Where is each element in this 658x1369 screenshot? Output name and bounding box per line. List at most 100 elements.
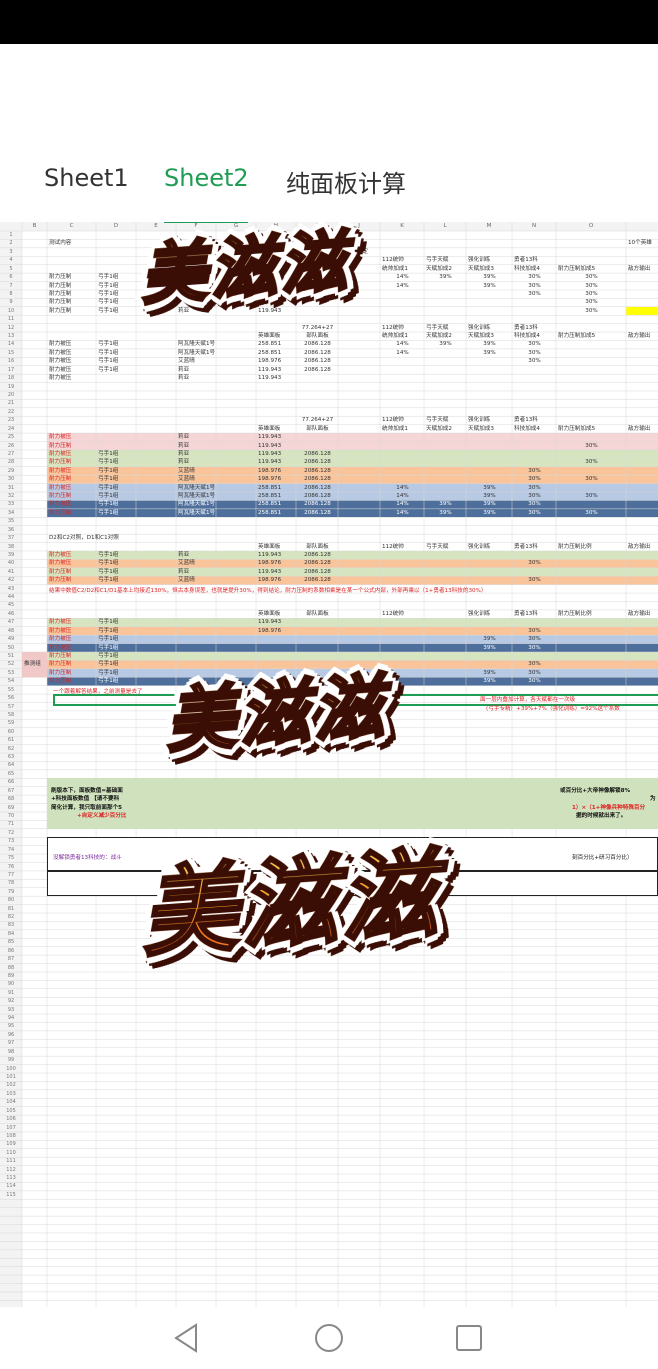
row-number[interactable]: 29 bbox=[0, 467, 22, 475]
row-number[interactable]: 114 bbox=[0, 1182, 22, 1190]
cell[interactable]: 测试内容 bbox=[49, 239, 95, 247]
row-number[interactable]: 110 bbox=[0, 1149, 22, 1157]
cell[interactable]: 151.6 bbox=[628, 307, 658, 315]
row-number[interactable]: 105 bbox=[0, 1107, 22, 1115]
cell[interactable]: 敌方输出 bbox=[628, 543, 658, 551]
cell[interactable]: 30% bbox=[514, 500, 555, 508]
row-number[interactable]: 96 bbox=[0, 1031, 22, 1039]
tab-sheet1[interactable]: Sheet1 bbox=[44, 164, 129, 192]
cell[interactable]: 艾蓝晴 bbox=[178, 576, 215, 584]
cell[interactable]: 258.851 bbox=[258, 509, 295, 517]
row-number[interactable]: 67 bbox=[0, 787, 22, 795]
cell[interactable]: 阿瓦隆天赋1号强化 bbox=[178, 492, 215, 500]
cell[interactable]: 2086.128 bbox=[298, 576, 337, 584]
column-header-o[interactable]: O bbox=[556, 222, 626, 231]
cell[interactable]: 198.976 bbox=[258, 576, 295, 584]
cell[interactable]: 弓手1组 bbox=[98, 652, 135, 660]
row-number[interactable]: 10 bbox=[0, 307, 22, 315]
cell[interactable]: 天赋加成2 bbox=[426, 332, 465, 340]
cell[interactable]: 155.93 bbox=[628, 442, 658, 450]
row-number[interactable]: 100 bbox=[0, 1065, 22, 1073]
row-number[interactable]: 93 bbox=[0, 1006, 22, 1014]
row-number[interactable]: 13 bbox=[0, 332, 22, 340]
cell[interactable]: 耐力被压 bbox=[49, 484, 95, 492]
cell[interactable]: 耐力被压 bbox=[49, 357, 95, 365]
row-number[interactable]: 18 bbox=[0, 374, 22, 382]
cell[interactable]: 30% bbox=[514, 357, 555, 365]
cell[interactable]: 耐力压制 bbox=[49, 669, 95, 677]
cell[interactable]: 198.976 bbox=[258, 467, 295, 475]
cell[interactable]: 3316.2 bbox=[628, 576, 658, 584]
row-number[interactable]: 34 bbox=[0, 509, 22, 517]
cell[interactable]: 艾蓝晴 bbox=[178, 559, 215, 567]
row-number[interactable]: 23 bbox=[0, 416, 22, 424]
cell[interactable]: 258.851 bbox=[258, 340, 295, 348]
cell[interactable]: 119.943 bbox=[258, 442, 295, 450]
cell[interactable]: 耐力压制 bbox=[49, 652, 95, 660]
cell[interactable]: 英雄面板 bbox=[258, 425, 295, 433]
row-number[interactable]: 76 bbox=[0, 863, 22, 871]
cell[interactable]: 112统帅 bbox=[382, 543, 423, 551]
cell[interactable]: 部队面板 bbox=[298, 425, 337, 433]
cell[interactable]: 弓手1组 bbox=[98, 509, 135, 517]
cell[interactable]: 弓手1组 bbox=[98, 450, 135, 458]
cell[interactable]: 科技加成4 bbox=[514, 332, 555, 340]
cell[interactable]: 耐力压制 bbox=[49, 307, 95, 315]
cell[interactable]: 2086.128 bbox=[298, 484, 337, 492]
cell[interactable]: 统帅加成1 bbox=[382, 265, 423, 273]
row-number[interactable]: 20 bbox=[0, 391, 22, 399]
cell[interactable]: 莉亚 bbox=[178, 458, 215, 466]
row-number[interactable]: 63 bbox=[0, 753, 22, 761]
row-number[interactable]: 73 bbox=[0, 837, 22, 845]
cell[interactable]: 2086.128 bbox=[298, 340, 337, 348]
cell[interactable]: 敌方输出 bbox=[628, 610, 658, 618]
cell[interactable]: 2086.128 bbox=[298, 450, 337, 458]
cell[interactable]: 弓手1组 bbox=[98, 559, 135, 567]
cell[interactable]: 2205.3 bbox=[628, 366, 658, 374]
row-number[interactable]: 50 bbox=[0, 644, 22, 652]
cell[interactable]: 30% bbox=[558, 509, 625, 517]
row-number[interactable]: 79 bbox=[0, 888, 22, 896]
cell[interactable]: 119.943 bbox=[258, 618, 295, 626]
row-number[interactable]: 99 bbox=[0, 1056, 22, 1064]
row-number[interactable]: 83 bbox=[0, 921, 22, 929]
cell[interactable]: 39% bbox=[468, 644, 511, 652]
cell[interactable]: 198.976 bbox=[258, 475, 295, 483]
row-number[interactable]: 97 bbox=[0, 1039, 22, 1047]
cell[interactable]: 2887.1 bbox=[628, 660, 658, 668]
cell[interactable]: 112统帅 bbox=[382, 256, 423, 264]
cell[interactable]: 天赋加成2 bbox=[426, 265, 465, 273]
cell[interactable]: 阿瓦隆天赋1号强化 bbox=[178, 500, 215, 508]
recents-icon[interactable] bbox=[452, 1321, 486, 1355]
row-number[interactable]: 25 bbox=[0, 433, 22, 441]
cell[interactable]: 弓手1组 bbox=[98, 340, 135, 348]
cell[interactable]: 2529.1 bbox=[628, 298, 658, 306]
cell[interactable]: 勇者13科 bbox=[514, 416, 555, 424]
cell[interactable]: 耐力压制比例 bbox=[558, 543, 625, 551]
cell[interactable]: 阿瓦隆天赋1号强化 bbox=[178, 484, 215, 492]
row-number[interactable]: 103 bbox=[0, 1090, 22, 1098]
row-number[interactable]: 33 bbox=[0, 500, 22, 508]
cell[interactable]: 3547.6 bbox=[628, 484, 658, 492]
cell[interactable]: 部队面板 bbox=[298, 543, 337, 551]
cell[interactable]: 2086.128 bbox=[298, 475, 337, 483]
cell[interactable]: 弓手1组 bbox=[98, 500, 135, 508]
cell[interactable]: 14% bbox=[382, 340, 423, 348]
row-number[interactable]: 111 bbox=[0, 1157, 22, 1165]
cell[interactable]: 30% bbox=[514, 340, 555, 348]
row-number[interactable]: 27 bbox=[0, 450, 22, 458]
row-number[interactable]: 61 bbox=[0, 736, 22, 744]
row-number[interactable]: 115 bbox=[0, 1191, 22, 1199]
cell[interactable]: 77.264+27 bbox=[298, 324, 337, 332]
row-number[interactable]: 17 bbox=[0, 366, 22, 374]
row-number[interactable]: 98 bbox=[0, 1048, 22, 1056]
cell[interactable]: 弓手1组 bbox=[98, 290, 135, 298]
column-header-p[interactable]: P bbox=[626, 222, 658, 231]
cell[interactable]: 2205.3 bbox=[628, 652, 658, 660]
cell[interactable]: 弓手1组 bbox=[98, 677, 135, 685]
tab-sheet2[interactable]: Sheet2 bbox=[164, 164, 249, 192]
cell[interactable]: 弓手1组 bbox=[98, 475, 135, 483]
column-header-n[interactable]: N bbox=[512, 222, 556, 231]
row-number[interactable]: 58 bbox=[0, 711, 22, 719]
cell[interactable]: 39% bbox=[468, 349, 511, 357]
